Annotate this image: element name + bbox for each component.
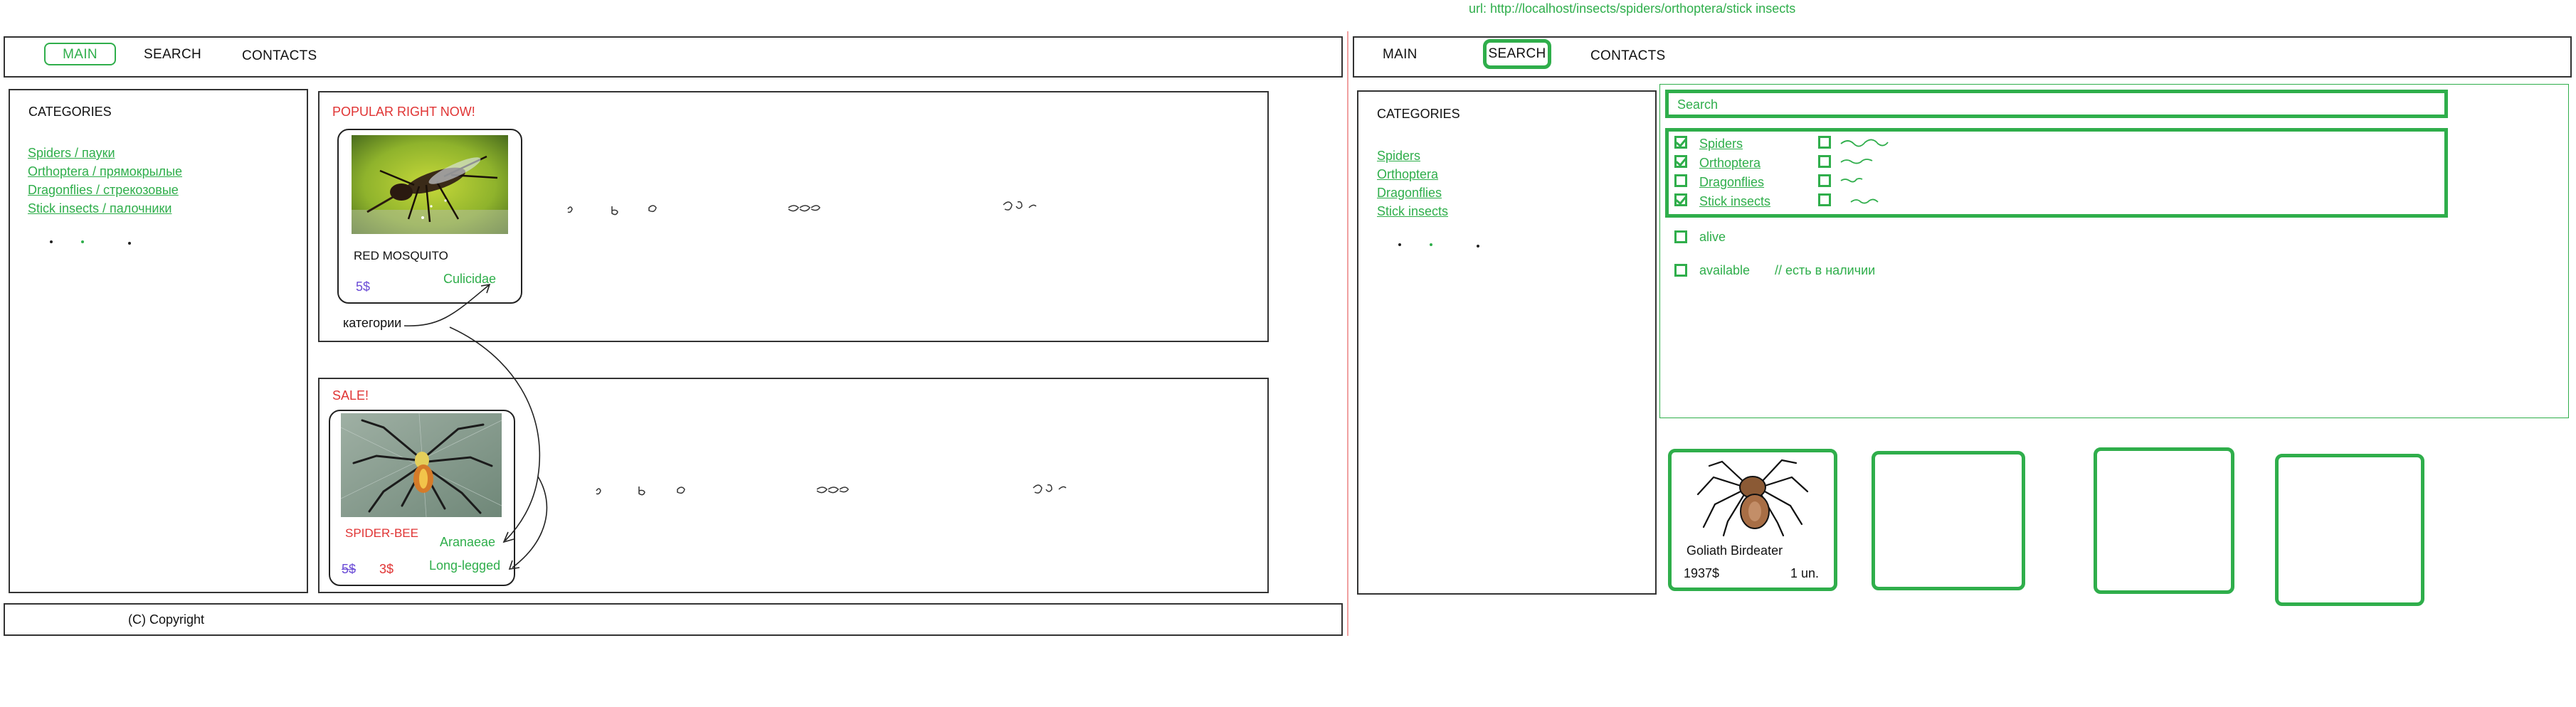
popular-title: POPULAR RIGHT NOW! (332, 105, 475, 119)
right-categories-dots (1398, 243, 1479, 248)
left-category-spiders[interactable]: Spiders / пауки (28, 144, 115, 162)
available-checkbox[interactable] (1674, 264, 1687, 277)
right-nav-main[interactable]: MAIN (1383, 47, 1418, 63)
popular-product-name: RED MOSQUITO (354, 249, 448, 262)
goliath-product-price: 1937$ (1684, 566, 1720, 580)
right-category-dragonflies[interactable]: Dragonflies (1377, 184, 1442, 202)
left-category-stick-insects[interactable]: Stick insects / палочники (28, 199, 171, 218)
left-categories-dots (50, 240, 131, 245)
popular-more-items-scribble (567, 201, 1037, 216)
alive-label[interactable]: alive (1699, 230, 1726, 245)
mosquito-photo (352, 135, 508, 234)
annotation-arrows (403, 283, 548, 570)
left-footer (4, 603, 1343, 636)
categories-annotation: категории (343, 316, 402, 330)
copyright-text: (C) Copyright (128, 612, 205, 627)
sale-new-price: 3$ (379, 562, 394, 576)
subfilter-squiggles (1840, 139, 1889, 204)
filter-stick-insects-checkbox[interactable] (1674, 193, 1687, 206)
right-nav-contacts[interactable]: CONTACTS (1590, 48, 1666, 64)
right-nav-search[interactable]: SEARCH (1483, 39, 1551, 69)
goliath-product-name: Goliath Birdeater (1686, 543, 1783, 558)
sale-title: SALE! (332, 388, 369, 403)
goliath-birdeater-image (1696, 459, 1809, 537)
left-nav-search[interactable]: SEARCH (144, 47, 201, 63)
sale-more-items-scribble (596, 484, 1067, 496)
available-comment: // есть в наличии (1775, 263, 1876, 277)
search-input[interactable]: Search (1665, 90, 2448, 118)
goliath-product-qty: 1 un. (1790, 566, 1820, 580)
left-nav-bar (4, 36, 1343, 78)
filter-spiders-label[interactable]: Spiders (1699, 137, 1743, 152)
left-nav-main[interactable]: MAIN (44, 43, 116, 65)
left-nav-contacts[interactable]: CONTACTS (242, 48, 317, 64)
right-category-spiders[interactable]: Spiders (1377, 147, 1420, 165)
search-placeholder: Search (1677, 97, 1719, 112)
subfilter-2-checkbox[interactable] (1818, 155, 1831, 168)
left-category-orthoptera[interactable]: Orthoptera / прямокрылые (28, 162, 182, 181)
mockup-divider (1347, 31, 1348, 636)
filter-dragonflies-checkbox[interactable] (1674, 174, 1687, 187)
right-categories-title: CATEGORIES (1377, 107, 1460, 121)
left-category-dragonflies[interactable]: Dragonflies / стрекозовые (28, 181, 179, 199)
product-card-empty-1[interactable] (1872, 451, 2025, 590)
product-card-empty-3[interactable] (2275, 454, 2424, 606)
filter-dragonflies-label[interactable]: Dragonflies (1699, 175, 1764, 190)
alive-checkbox[interactable] (1674, 230, 1687, 243)
category-filter-group (1665, 128, 2448, 218)
url-label: url: http://localhost/insects/spiders/or… (1469, 1, 1796, 16)
left-categories-title: CATEGORIES (28, 105, 112, 119)
sale-old-price: 5$ (342, 562, 357, 576)
subfilter-3-checkbox[interactable] (1818, 174, 1831, 187)
filter-spiders-checkbox[interactable] (1674, 136, 1687, 149)
subfilter-4-checkbox[interactable] (1818, 193, 1831, 206)
filter-stick-insects-label[interactable]: Stick insects (1699, 194, 1770, 209)
subfilter-1-checkbox[interactable] (1818, 136, 1831, 149)
product-card-empty-2[interactable] (2094, 447, 2234, 594)
right-category-orthoptera[interactable]: Orthoptera (1377, 165, 1438, 184)
popular-product-price: 5$ (356, 280, 371, 294)
available-label[interactable]: available (1699, 263, 1750, 278)
filter-orthoptera-label[interactable]: Orthoptera (1699, 156, 1761, 171)
right-category-stick-insects[interactable]: Stick insects (1377, 202, 1448, 220)
filter-orthoptera-checkbox[interactable] (1674, 155, 1687, 168)
